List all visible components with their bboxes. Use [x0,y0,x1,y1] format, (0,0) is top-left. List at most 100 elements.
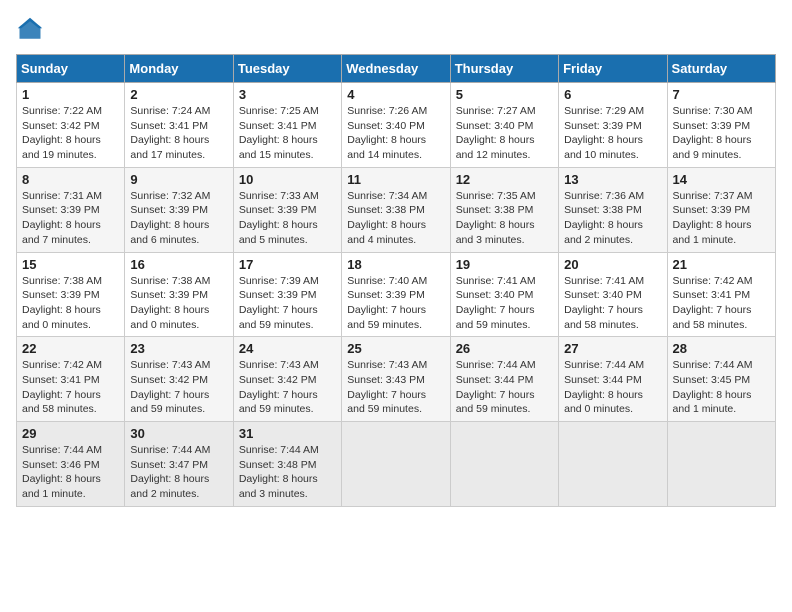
calendar-day-header: Saturday [667,55,775,83]
day-number: 11 [347,172,444,187]
calendar-day-cell: 10 Sunrise: 7:33 AM Sunset: 3:39 PM Dayl… [233,167,341,252]
day-number: 2 [130,87,227,102]
calendar-day-cell: 9 Sunrise: 7:32 AM Sunset: 3:39 PM Dayli… [125,167,233,252]
calendar-day-cell: 1 Sunrise: 7:22 AM Sunset: 3:42 PM Dayli… [17,83,125,168]
calendar-day-cell: 13 Sunrise: 7:36 AM Sunset: 3:38 PM Dayl… [559,167,667,252]
day-info: Sunrise: 7:25 AM Sunset: 3:41 PM Dayligh… [239,104,336,163]
day-info: Sunrise: 7:35 AM Sunset: 3:38 PM Dayligh… [456,189,553,248]
day-number: 3 [239,87,336,102]
calendar-table: SundayMondayTuesdayWednesdayThursdayFrid… [16,54,776,507]
day-number: 20 [564,257,661,272]
calendar-day-cell [450,422,558,507]
day-info: Sunrise: 7:22 AM Sunset: 3:42 PM Dayligh… [22,104,119,163]
day-number: 28 [673,341,770,356]
calendar-day-header: Thursday [450,55,558,83]
calendar-week-row: 1 Sunrise: 7:22 AM Sunset: 3:42 PM Dayli… [17,83,776,168]
day-number: 14 [673,172,770,187]
calendar-day-cell: 11 Sunrise: 7:34 AM Sunset: 3:38 PM Dayl… [342,167,450,252]
calendar-day-cell: 21 Sunrise: 7:42 AM Sunset: 3:41 PM Dayl… [667,252,775,337]
day-number: 10 [239,172,336,187]
day-info: Sunrise: 7:27 AM Sunset: 3:40 PM Dayligh… [456,104,553,163]
calendar-day-cell: 7 Sunrise: 7:30 AM Sunset: 3:39 PM Dayli… [667,83,775,168]
day-info: Sunrise: 7:30 AM Sunset: 3:39 PM Dayligh… [673,104,770,163]
day-info: Sunrise: 7:39 AM Sunset: 3:39 PM Dayligh… [239,274,336,333]
day-number: 21 [673,257,770,272]
calendar-week-row: 15 Sunrise: 7:38 AM Sunset: 3:39 PM Dayl… [17,252,776,337]
calendar-header-row: SundayMondayTuesdayWednesdayThursdayFrid… [17,55,776,83]
day-info: Sunrise: 7:44 AM Sunset: 3:44 PM Dayligh… [564,358,661,417]
calendar-day-cell: 4 Sunrise: 7:26 AM Sunset: 3:40 PM Dayli… [342,83,450,168]
day-info: Sunrise: 7:44 AM Sunset: 3:46 PM Dayligh… [22,443,119,502]
calendar-week-row: 29 Sunrise: 7:44 AM Sunset: 3:46 PM Dayl… [17,422,776,507]
day-info: Sunrise: 7:44 AM Sunset: 3:48 PM Dayligh… [239,443,336,502]
calendar-day-cell: 25 Sunrise: 7:43 AM Sunset: 3:43 PM Dayl… [342,337,450,422]
day-info: Sunrise: 7:43 AM Sunset: 3:42 PM Dayligh… [130,358,227,417]
day-info: Sunrise: 7:40 AM Sunset: 3:39 PM Dayligh… [347,274,444,333]
calendar-day-cell: 3 Sunrise: 7:25 AM Sunset: 3:41 PM Dayli… [233,83,341,168]
calendar-day-cell: 22 Sunrise: 7:42 AM Sunset: 3:41 PM Dayl… [17,337,125,422]
day-number: 23 [130,341,227,356]
calendar-day-cell: 5 Sunrise: 7:27 AM Sunset: 3:40 PM Dayli… [450,83,558,168]
calendar-day-cell [667,422,775,507]
calendar-day-cell: 28 Sunrise: 7:44 AM Sunset: 3:45 PM Dayl… [667,337,775,422]
day-number: 18 [347,257,444,272]
calendar-day-cell: 20 Sunrise: 7:41 AM Sunset: 3:40 PM Dayl… [559,252,667,337]
day-info: Sunrise: 7:44 AM Sunset: 3:47 PM Dayligh… [130,443,227,502]
day-number: 16 [130,257,227,272]
calendar-week-row: 8 Sunrise: 7:31 AM Sunset: 3:39 PM Dayli… [17,167,776,252]
calendar-day-cell: 16 Sunrise: 7:38 AM Sunset: 3:39 PM Dayl… [125,252,233,337]
day-info: Sunrise: 7:44 AM Sunset: 3:44 PM Dayligh… [456,358,553,417]
day-number: 25 [347,341,444,356]
day-number: 4 [347,87,444,102]
day-number: 19 [456,257,553,272]
calendar-day-header: Friday [559,55,667,83]
calendar-week-row: 22 Sunrise: 7:42 AM Sunset: 3:41 PM Dayl… [17,337,776,422]
calendar-day-header: Monday [125,55,233,83]
calendar-day-cell: 27 Sunrise: 7:44 AM Sunset: 3:44 PM Dayl… [559,337,667,422]
day-number: 5 [456,87,553,102]
page-header [16,16,776,44]
day-info: Sunrise: 7:44 AM Sunset: 3:45 PM Dayligh… [673,358,770,417]
day-number: 8 [22,172,119,187]
calendar-day-header: Tuesday [233,55,341,83]
calendar-day-cell: 2 Sunrise: 7:24 AM Sunset: 3:41 PM Dayli… [125,83,233,168]
calendar-day-cell: 19 Sunrise: 7:41 AM Sunset: 3:40 PM Dayl… [450,252,558,337]
day-info: Sunrise: 7:38 AM Sunset: 3:39 PM Dayligh… [22,274,119,333]
day-number: 12 [456,172,553,187]
logo [16,16,48,44]
day-info: Sunrise: 7:32 AM Sunset: 3:39 PM Dayligh… [130,189,227,248]
day-info: Sunrise: 7:37 AM Sunset: 3:39 PM Dayligh… [673,189,770,248]
day-info: Sunrise: 7:33 AM Sunset: 3:39 PM Dayligh… [239,189,336,248]
day-number: 30 [130,426,227,441]
day-number: 31 [239,426,336,441]
calendar-day-cell: 26 Sunrise: 7:44 AM Sunset: 3:44 PM Dayl… [450,337,558,422]
day-info: Sunrise: 7:43 AM Sunset: 3:43 PM Dayligh… [347,358,444,417]
calendar-day-cell: 30 Sunrise: 7:44 AM Sunset: 3:47 PM Dayl… [125,422,233,507]
day-number: 22 [22,341,119,356]
calendar-day-cell: 14 Sunrise: 7:37 AM Sunset: 3:39 PM Dayl… [667,167,775,252]
day-number: 13 [564,172,661,187]
calendar-day-cell: 24 Sunrise: 7:43 AM Sunset: 3:42 PM Dayl… [233,337,341,422]
calendar-day-header: Wednesday [342,55,450,83]
day-info: Sunrise: 7:36 AM Sunset: 3:38 PM Dayligh… [564,189,661,248]
calendar-day-cell: 15 Sunrise: 7:38 AM Sunset: 3:39 PM Dayl… [17,252,125,337]
day-info: Sunrise: 7:24 AM Sunset: 3:41 PM Dayligh… [130,104,227,163]
calendar-day-header: Sunday [17,55,125,83]
day-number: 1 [22,87,119,102]
calendar-day-cell [559,422,667,507]
calendar-day-cell: 12 Sunrise: 7:35 AM Sunset: 3:38 PM Dayl… [450,167,558,252]
day-info: Sunrise: 7:43 AM Sunset: 3:42 PM Dayligh… [239,358,336,417]
day-number: 27 [564,341,661,356]
day-info: Sunrise: 7:41 AM Sunset: 3:40 PM Dayligh… [564,274,661,333]
day-number: 7 [673,87,770,102]
day-info: Sunrise: 7:29 AM Sunset: 3:39 PM Dayligh… [564,104,661,163]
day-number: 26 [456,341,553,356]
calendar-day-cell [342,422,450,507]
day-info: Sunrise: 7:41 AM Sunset: 3:40 PM Dayligh… [456,274,553,333]
calendar-day-cell: 29 Sunrise: 7:44 AM Sunset: 3:46 PM Dayl… [17,422,125,507]
calendar-day-cell: 18 Sunrise: 7:40 AM Sunset: 3:39 PM Dayl… [342,252,450,337]
day-number: 17 [239,257,336,272]
calendar-day-cell: 6 Sunrise: 7:29 AM Sunset: 3:39 PM Dayli… [559,83,667,168]
calendar-day-cell: 31 Sunrise: 7:44 AM Sunset: 3:48 PM Dayl… [233,422,341,507]
day-info: Sunrise: 7:34 AM Sunset: 3:38 PM Dayligh… [347,189,444,248]
